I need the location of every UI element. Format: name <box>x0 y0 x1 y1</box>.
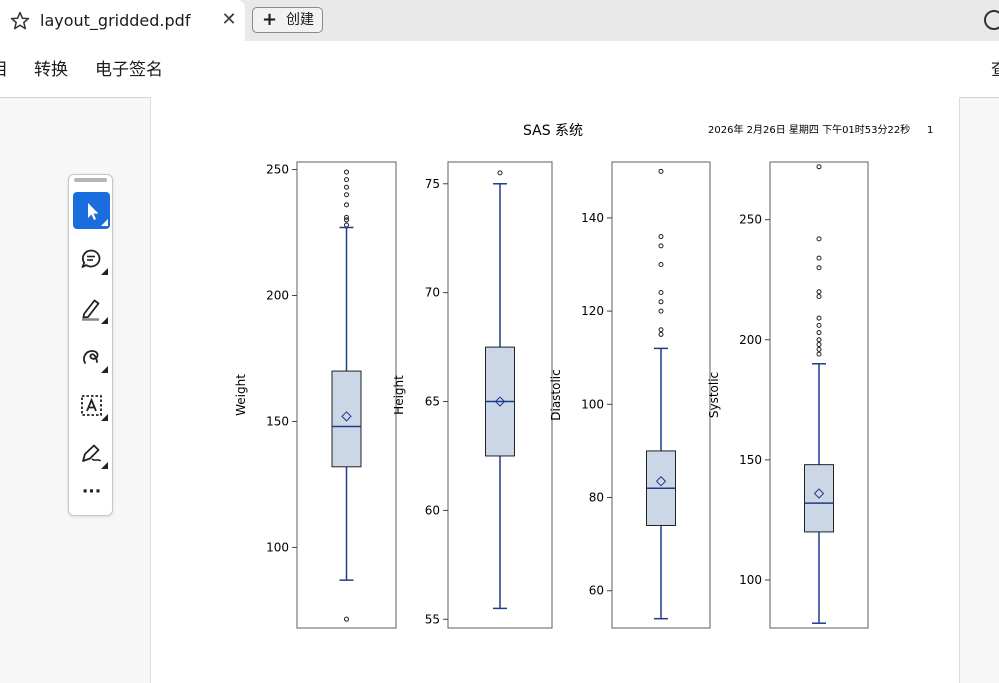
outlier-point <box>658 168 664 174</box>
outlier-point <box>816 330 822 336</box>
add-comment-icon[interactable] <box>73 241 110 278</box>
tab-title: layout_gridded.pdf <box>40 11 191 30</box>
y-tick-label: 200 <box>739 333 762 347</box>
y-tick-label: 150 <box>266 414 289 428</box>
menu-item-convert[interactable]: 转换 <box>34 59 68 81</box>
outlier-point <box>344 184 349 190</box>
outlier-point <box>344 169 349 175</box>
select-pointer-icon[interactable] <box>73 192 110 229</box>
outlier-point <box>658 234 664 240</box>
pdf-page: SAS 系统 2026年 2月26日 星期四 下午01时53分22秒 1 100… <box>150 97 960 683</box>
outlier-point <box>344 192 349 198</box>
outlier-point <box>816 337 822 343</box>
outlier-point <box>816 289 822 295</box>
more-icon[interactable]: ··· <box>73 476 110 513</box>
outlier-point <box>658 243 664 249</box>
outlier-point <box>658 327 664 333</box>
y-tick-label: 100 <box>739 573 762 587</box>
y-axis-label: Height <box>392 375 406 415</box>
y-tick-label: 75 <box>425 177 440 191</box>
y-tick-label: 60 <box>425 503 440 517</box>
outlier-point <box>816 255 822 261</box>
y-tick-label: 200 <box>266 289 289 303</box>
y-tick-label: 55 <box>425 612 440 626</box>
text-box-icon[interactable] <box>73 387 110 424</box>
plus-icon: + <box>262 9 278 30</box>
outlier-point <box>816 164 822 170</box>
menu-item-esign[interactable]: 电子签名 <box>95 59 163 81</box>
tab-bar: layout_gridded.pdf ✕ + 创建 <box>0 0 999 41</box>
outlier-point <box>658 308 664 314</box>
menu-item-partial-right[interactable]: 查 <box>991 59 999 81</box>
fill-sign-icon[interactable] <box>73 435 110 472</box>
y-tick-label: 100 <box>581 397 604 411</box>
drag-handle[interactable] <box>74 178 107 182</box>
outlier-point <box>658 262 664 268</box>
outlier-point <box>816 346 822 352</box>
outlier-point <box>658 299 664 305</box>
close-icon[interactable]: ✕ <box>220 10 238 30</box>
outlier-point <box>816 315 822 321</box>
create-button[interactable]: + 创建 <box>252 7 323 33</box>
outlier-point <box>344 202 349 208</box>
outlier-point <box>816 351 822 357</box>
y-tick-label: 250 <box>739 213 762 227</box>
menu-item-partial-left[interactable]: 目 <box>0 59 8 81</box>
menu-bar: 目 转换 电子签名 查 <box>0 41 999 98</box>
y-axis-label: Diastolic <box>549 369 563 421</box>
iqr-box <box>331 370 362 468</box>
box-plot-panel: 100 150 200 250 Weight 55 60 65 70 75 Height 60 80 10… <box>234 161 869 629</box>
create-button-label: 创建 <box>286 12 314 28</box>
outlier-point <box>816 265 822 271</box>
freehand-draw-icon[interactable] <box>73 339 110 376</box>
y-tick-label: 60 <box>589 584 604 598</box>
outlier-point <box>344 616 349 622</box>
highlight-pen-icon[interactable] <box>73 290 110 327</box>
outlier-point <box>816 322 822 328</box>
account-icon[interactable] <box>984 10 999 30</box>
y-tick-label: 150 <box>739 453 762 467</box>
y-tick-label: 80 <box>589 491 604 505</box>
y-tick-label: 100 <box>266 540 289 554</box>
annotation-toolbar: ··· <box>68 174 113 516</box>
outlier-point <box>497 170 503 176</box>
y-tick-label: 120 <box>581 304 604 318</box>
outlier-point <box>344 222 349 228</box>
y-axis-label: Systolic <box>707 372 721 418</box>
outlier-point <box>344 214 349 220</box>
y-tick-label: 140 <box>581 211 604 225</box>
document-tab[interactable]: layout_gridded.pdf ✕ <box>0 0 245 41</box>
outlier-point <box>816 236 822 242</box>
outlier-point <box>344 177 349 183</box>
outlier-point <box>658 289 664 295</box>
y-axis-label: Weight <box>234 374 248 416</box>
outlier-point <box>816 294 822 300</box>
outlier-point <box>816 342 822 348</box>
star-icon[interactable] <box>10 11 30 31</box>
y-tick-label: 250 <box>266 163 289 177</box>
outlier-point <box>658 331 664 337</box>
y-tick-label: 65 <box>425 395 440 409</box>
y-tick-label: 70 <box>425 286 440 300</box>
